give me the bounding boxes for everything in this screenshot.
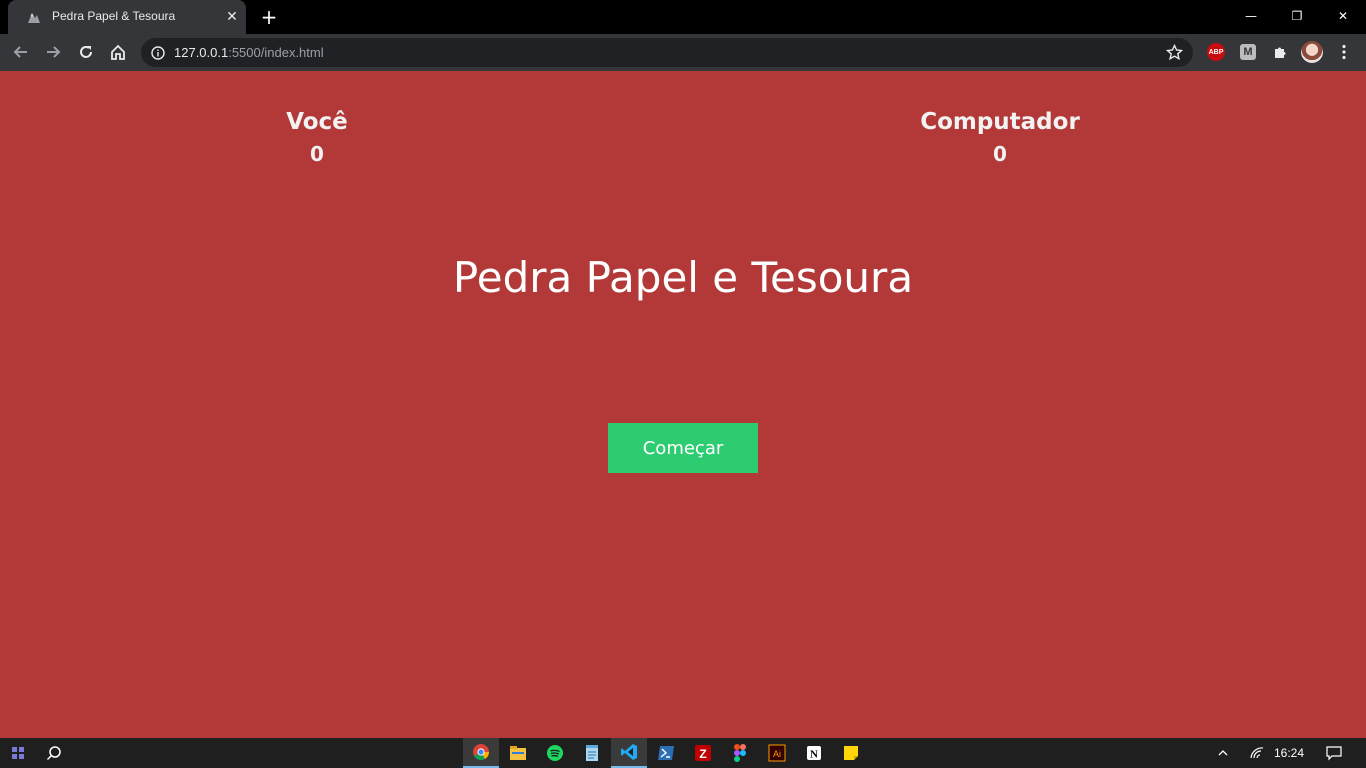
- rocks-icon: [26, 9, 42, 25]
- m-extension-icon: M: [1240, 44, 1256, 60]
- game-page: Você 0 Computador 0 Pedra Papel e Tesour…: [0, 71, 1366, 738]
- home-icon[interactable]: [106, 40, 130, 64]
- computer-score: 0: [993, 142, 1007, 166]
- svg-text:Ai: Ai: [773, 749, 781, 759]
- browser-tab[interactable]: Pedra Papel & Tesoura ✕: [8, 0, 246, 34]
- svg-text:N: N: [810, 749, 818, 761]
- illustrator-icon[interactable]: Ai: [759, 738, 795, 768]
- new-tab-button[interactable]: +: [258, 6, 280, 28]
- avatar: [1301, 41, 1323, 63]
- figma-icon[interactable]: [722, 738, 758, 768]
- player-label: Você: [286, 109, 348, 135]
- vscode-icon[interactable]: [611, 738, 647, 768]
- start-button[interactable]: Começar: [608, 423, 758, 473]
- browser-toolbar: 127.0.0.1:5500/index.html ABP M: [0, 34, 1366, 71]
- extensions-puzzle-icon[interactable]: [1269, 41, 1291, 63]
- adblock-extension[interactable]: ABP: [1205, 41, 1227, 63]
- reload-icon[interactable]: [74, 40, 98, 64]
- action-center-icon[interactable]: [1318, 738, 1350, 768]
- minimize-button[interactable]: —: [1228, 0, 1274, 32]
- start-menu-icon[interactable]: [0, 738, 36, 768]
- powershell-icon[interactable]: [648, 738, 684, 768]
- url-text: 127.0.0.1:5500/index.html: [174, 45, 324, 60]
- chrome-icon[interactable]: [463, 738, 499, 768]
- computer-label: Computador: [920, 109, 1080, 135]
- profile-avatar[interactable]: [1301, 41, 1323, 63]
- browser-titlebar: Pedra Papel & Tesoura ✕ + — ❐ ✕: [0, 0, 1366, 34]
- menu-kebab-icon[interactable]: [1333, 41, 1355, 63]
- address-bar[interactable]: 127.0.0.1:5500/index.html: [141, 38, 1193, 67]
- notion-icon[interactable]: N: [796, 738, 832, 768]
- player-score-panel: Você 0: [167, 107, 467, 169]
- file-explorer-icon[interactable]: [500, 738, 536, 768]
- player-score: 0: [310, 142, 324, 166]
- game-title: Pedra Papel e Tesoura: [452, 253, 914, 302]
- tab-title: Pedra Papel & Tesoura: [52, 9, 176, 23]
- tray-chevron-up-icon[interactable]: [1208, 738, 1238, 768]
- tab-close-icon[interactable]: ✕: [224, 9, 240, 25]
- search-icon[interactable]: [36, 738, 72, 768]
- maximize-button[interactable]: ❐: [1274, 0, 1320, 32]
- bookmark-star-icon[interactable]: [1165, 43, 1184, 61]
- computer-score-panel: Computador 0: [850, 107, 1150, 169]
- m-extension[interactable]: M: [1237, 41, 1259, 63]
- info-icon[interactable]: [151, 45, 165, 60]
- back-icon[interactable]: [9, 40, 33, 64]
- adblock-icon: ABP: [1207, 43, 1225, 61]
- windows-taskbar: Z Ai N 16:24: [0, 738, 1366, 768]
- svg-text:Z: Z: [699, 747, 706, 761]
- notepad-icon[interactable]: [574, 738, 610, 768]
- sticky-notes-icon[interactable]: [833, 738, 869, 768]
- spotify-icon[interactable]: [537, 738, 573, 768]
- forward-icon[interactable]: [41, 40, 65, 64]
- wifi-icon[interactable]: [1242, 738, 1272, 768]
- clock[interactable]: 16:24: [1274, 746, 1304, 760]
- close-window-button[interactable]: ✕: [1320, 0, 1366, 32]
- filezilla-icon[interactable]: Z: [685, 738, 721, 768]
